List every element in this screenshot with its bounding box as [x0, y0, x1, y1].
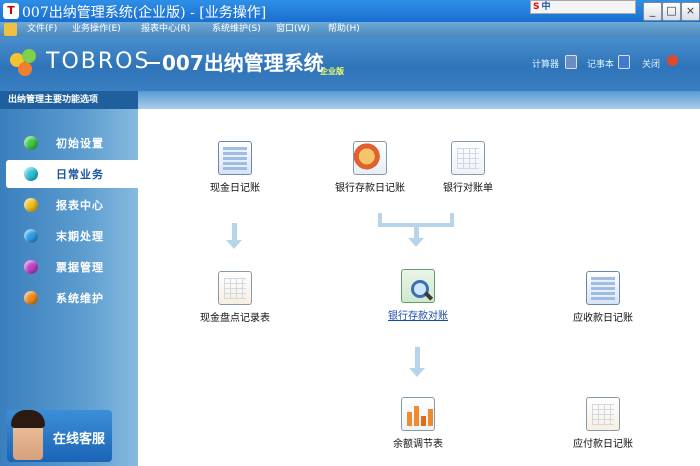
app-icon: T [3, 3, 19, 19]
orange-ball-icon [24, 291, 38, 305]
arrow-down [408, 227, 424, 247]
arrow-down [226, 223, 242, 249]
node-payable-journal[interactable]: 应付款日记账 [553, 397, 653, 450]
menu-app-icon [4, 23, 17, 36]
window-title: 007出纳管理系统(企业版) - [业务操作] [22, 5, 267, 21]
node-label[interactable]: 银行对账单 [418, 179, 518, 194]
cash-count-sheet-icon[interactable] [218, 271, 252, 305]
ime-toolbar[interactable]: S中 [530, 0, 636, 14]
merge-connector-right [450, 213, 454, 225]
menu-maintenance[interactable]: 系统维护(S) [212, 23, 261, 36]
node-label[interactable]: 余额调节表 [368, 435, 468, 450]
menu-file[interactable]: 文件(F) [27, 23, 57, 36]
receivable-journal-icon[interactable] [586, 271, 620, 305]
sidebar-item-period-end[interactable]: 末期处理 [6, 222, 138, 250]
workflow-panel: 现金日记账 银行存款日记账 银行对账单 现金盘点记录表 银行存款对账 应收款日记… [138, 91, 700, 466]
sidebar: 出纳管理主要功能选项 初始设置 日常业务 报表中心 末期处理 票据管理 系统维护… [0, 91, 138, 466]
maximize-button[interactable]: □ [662, 2, 681, 21]
sidebar-heading: 出纳管理主要功能选项 [0, 91, 138, 109]
cash-journal-icon[interactable] [218, 141, 252, 175]
calculator-icon[interactable] [565, 55, 577, 69]
node-bank-reconcile[interactable]: 银行存款对账 [368, 269, 468, 322]
menu-help[interactable]: 帮助(H) [328, 23, 360, 36]
calculator-link[interactable]: 计算器 [532, 57, 559, 70]
purple-ball-icon [24, 260, 38, 274]
merge-connector-left [378, 213, 382, 225]
node-balance-adjust[interactable]: 余额调节表 [368, 397, 468, 450]
node-receivable-journal[interactable]: 应收款日记账 [553, 271, 653, 324]
sidebar-item-label: 初始设置 [56, 137, 104, 150]
sidebar-item-label: 末期处理 [56, 230, 104, 243]
edition-label: 企业版 [320, 67, 344, 76]
brand-name: TOBROS [46, 49, 151, 74]
arrow-down [409, 347, 425, 377]
sidebar-item-initial-setup[interactable]: 初始设置 [6, 129, 138, 157]
node-cash-count-sheet[interactable]: 现金盘点记录表 [185, 271, 285, 324]
bank-statement-icon[interactable] [451, 141, 485, 175]
online-support-label: 在线客服 [53, 432, 106, 447]
node-label[interactable]: 应付款日记账 [553, 435, 653, 450]
payable-journal-icon[interactable] [586, 397, 620, 431]
title-bar: T 007出纳管理系统(企业版) - [业务操作] S中 _ □ × [0, 0, 700, 22]
blue-ball-icon [24, 229, 38, 243]
sidebar-item-label: 报表中心 [56, 199, 104, 212]
content-header-band [138, 91, 700, 109]
sidebar-item-bill-management[interactable]: 票据管理 [6, 253, 138, 281]
close-link[interactable]: 关闭 [642, 57, 660, 70]
sidebar-item-system-maintenance[interactable]: 系统维护 [6, 284, 138, 312]
sidebar-item-report-center[interactable]: 报表中心 [6, 191, 138, 219]
node-bank-deposit-journal[interactable]: 银行存款日记账 [320, 141, 420, 194]
green-ball-icon [24, 136, 38, 150]
product-name: 007出纳管理系统 [162, 51, 324, 75]
balance-adjust-icon[interactable] [401, 397, 435, 431]
minimize-button[interactable]: _ [643, 2, 662, 21]
ime-mode[interactable]: 中 [541, 2, 550, 12]
node-label[interactable]: 应收款日记账 [553, 309, 653, 324]
close-button[interactable]: × [681, 2, 700, 21]
support-agent-hair [11, 410, 45, 428]
app-header: TOBROS 007出纳管理系统 企业版 计算器 记事本 关闭 [0, 37, 700, 91]
sidebar-item-label: 日常业务 [56, 168, 104, 181]
notepad-link[interactable]: 记事本 [587, 57, 614, 70]
brand-logo-icon [10, 49, 46, 79]
sidebar-item-daily-business[interactable]: 日常业务 [6, 160, 138, 188]
yellow-ball-icon [24, 198, 38, 212]
sogou-icon[interactable]: S [533, 2, 539, 12]
notepad-icon[interactable] [618, 55, 630, 69]
node-cash-journal[interactable]: 现金日记账 [185, 141, 285, 194]
bank-reconcile-icon[interactable] [401, 269, 435, 303]
menu-operations[interactable]: 业务操作(E) [72, 23, 121, 36]
bank-deposit-journal-icon[interactable] [353, 141, 387, 175]
menu-bar: 文件(F) 业务操作(E) 报表中心(R) 系统维护(S) 窗口(W) 帮助(H… [0, 22, 700, 37]
node-label[interactable]: 现金日记账 [185, 179, 285, 194]
node-label[interactable]: 银行存款对账 [368, 307, 468, 322]
cyan-ball-icon [24, 167, 38, 181]
sidebar-item-label: 票据管理 [56, 261, 104, 274]
close-icon[interactable] [667, 55, 678, 66]
node-label[interactable]: 现金盘点记录表 [185, 309, 285, 324]
menu-window[interactable]: 窗口(W) [276, 23, 310, 36]
brand-separator [146, 62, 160, 64]
menu-reports[interactable]: 报表中心(R) [141, 23, 190, 36]
online-support-button[interactable]: 在线客服 [7, 410, 112, 462]
node-label[interactable]: 银行存款日记账 [320, 179, 420, 194]
node-bank-statement[interactable]: 银行对账单 [418, 141, 518, 194]
sidebar-item-label: 系统维护 [56, 292, 104, 305]
